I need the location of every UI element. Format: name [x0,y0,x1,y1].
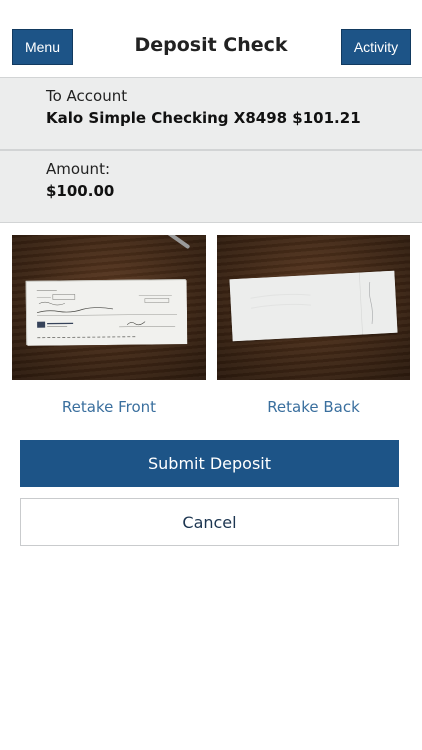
activity-button[interactable]: Activity [341,29,411,65]
retake-back-link[interactable]: Retake Back [217,398,410,416]
check-back-image [217,235,410,380]
cancel-button[interactable]: Cancel [20,498,399,546]
check-front-image [12,235,206,380]
retake-front-link[interactable]: Retake Front [12,398,206,416]
check-front-details-icon [26,280,188,346]
check-front-paper [25,279,188,346]
page-title: Deposit Check [134,34,288,56]
check-back-details-icon [229,270,398,342]
amount-label: Amount: [46,160,110,178]
submit-deposit-button[interactable]: Submit Deposit [20,440,399,487]
check-back-paper [229,270,398,342]
amount-panel[interactable]: Amount: $100.00 [0,150,422,223]
to-account-label: To Account [46,87,128,105]
to-account-panel[interactable]: To Account Kalo Simple Checking X8498 $1… [0,77,422,150]
menu-button[interactable]: Menu [12,29,73,65]
amount-value: $100.00 [46,182,115,200]
to-account-value: Kalo Simple Checking X8498 $101.21 [46,109,361,127]
header-bar: Menu Deposit Check Activity [0,0,422,76]
